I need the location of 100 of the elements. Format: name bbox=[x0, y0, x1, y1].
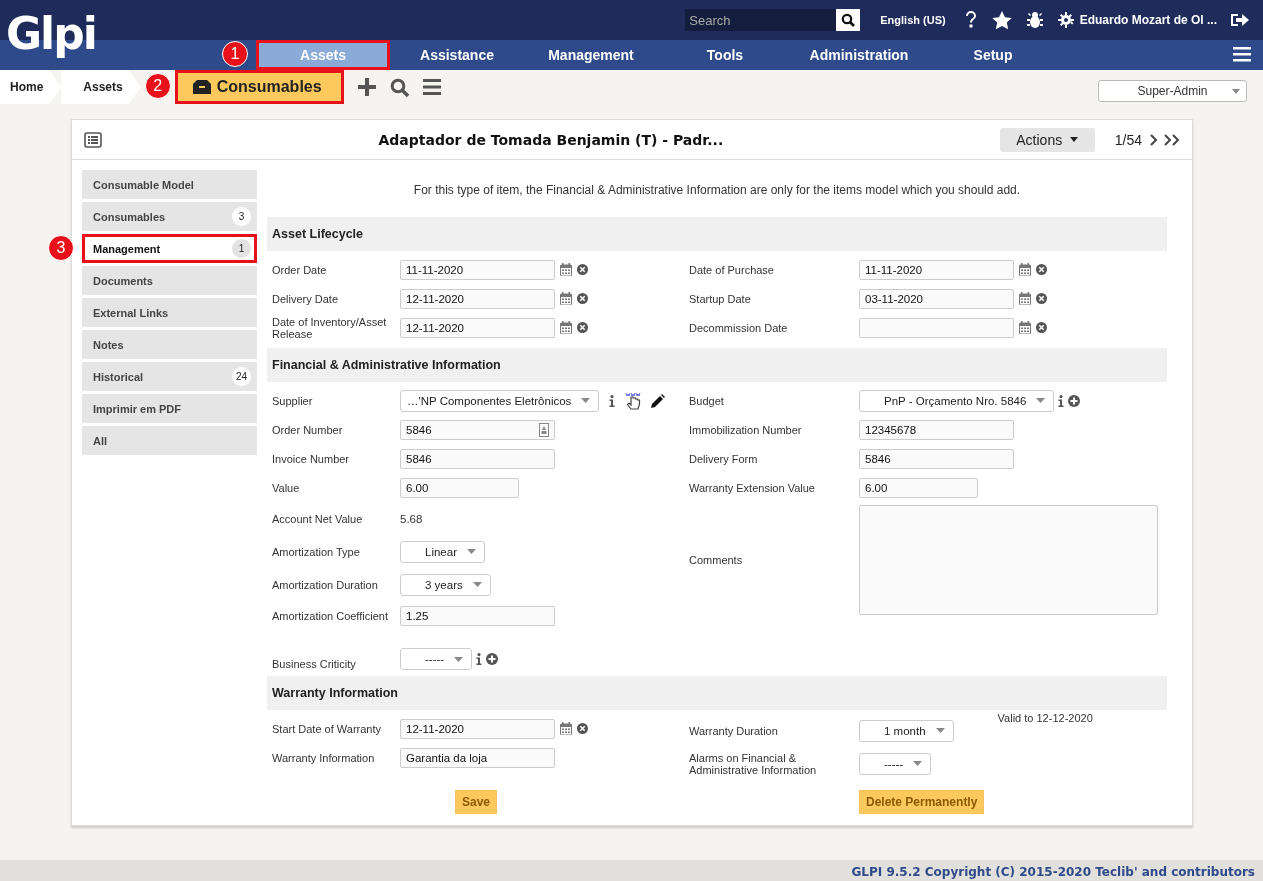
autofill-icon[interactable] bbox=[539, 422, 549, 437]
clear-icon[interactable] bbox=[577, 293, 588, 304]
user-name[interactable]: Eduardo Mozart de Ol ... bbox=[1079, 13, 1217, 27]
calendar-icon[interactable] bbox=[1019, 321, 1031, 334]
date-field[interactable]: 11-11-2020 bbox=[859, 259, 1014, 280]
field-label: Warranty Duration bbox=[688, 724, 779, 737]
info-text: For this type of item, the Financial & Administrative Information are only for the items model which you should add. bbox=[412, 183, 1022, 197]
last-icon[interactable] bbox=[1164, 133, 1180, 146]
field-label: Warranty Information bbox=[271, 751, 376, 764]
breadcrumb-link[interactable]: Assets bbox=[61, 70, 141, 104]
text-field[interactable]: 12345678 bbox=[859, 419, 1014, 440]
side-tab[interactable]: Consumables 3 bbox=[82, 202, 257, 231]
next-icon[interactable] bbox=[1150, 133, 1158, 146]
field-label: Amortization Type bbox=[271, 545, 361, 558]
side-tab[interactable]: Consumable Model bbox=[82, 170, 257, 199]
list-icon[interactable] bbox=[422, 78, 441, 96]
star-icon[interactable] bbox=[991, 11, 1012, 29]
logo[interactable]: Glpi bbox=[6, 4, 96, 64]
profile-select[interactable]: Super-Admin bbox=[1098, 80, 1247, 102]
dropdown[interactable]: Linear bbox=[400, 540, 485, 563]
clear-icon[interactable] bbox=[577, 322, 588, 333]
text-field[interactable]: 6.00 bbox=[859, 477, 978, 498]
field-label: Business Criticity bbox=[271, 658, 357, 670]
info-icon[interactable] bbox=[1058, 394, 1065, 407]
dropdown-value: 1 month bbox=[884, 724, 926, 737]
clear-icon[interactable] bbox=[1036, 293, 1047, 304]
pencil-icon[interactable] bbox=[651, 393, 666, 408]
add-icon[interactable] bbox=[357, 78, 376, 96]
add-icon[interactable] bbox=[486, 653, 499, 665]
caret-icon bbox=[1070, 137, 1079, 142]
dropdown[interactable]: ----- bbox=[400, 648, 473, 670]
list-icon[interactable] bbox=[84, 131, 102, 148]
text-field[interactable]: 5846 bbox=[400, 448, 555, 469]
date-field[interactable] bbox=[859, 317, 1014, 338]
bug-icon[interactable] bbox=[1025, 11, 1044, 29]
side-tab[interactable]: Documents bbox=[82, 266, 257, 295]
dropdown[interactable]: 3 years bbox=[400, 573, 491, 596]
info-icon[interactable] bbox=[476, 653, 483, 665]
nav-menu-item[interactable]: Tools bbox=[658, 40, 792, 70]
comments-field[interactable] bbox=[859, 505, 1158, 615]
text-field[interactable]: 6.00 bbox=[400, 477, 519, 498]
nav-menu-item[interactable]: Management bbox=[524, 40, 658, 70]
field-label: Comments bbox=[688, 554, 744, 566]
add-icon[interactable] bbox=[1068, 394, 1081, 407]
clear-icon[interactable] bbox=[1036, 322, 1047, 333]
side-tab[interactable]: Imprimir em PDF bbox=[82, 394, 257, 423]
text-field[interactable]: 1.25 bbox=[400, 605, 555, 626]
calendar-icon[interactable] bbox=[560, 321, 572, 334]
search-button[interactable] bbox=[836, 9, 861, 31]
side-tab[interactable]: Notes bbox=[82, 330, 257, 359]
date-field[interactable]: 12-11-2020 bbox=[400, 288, 555, 309]
caret-icon bbox=[466, 549, 476, 554]
side-tab[interactable]: Management 1 bbox=[82, 234, 257, 263]
search-icon[interactable] bbox=[389, 77, 409, 97]
field-label: Date of Inventory/Asset Release bbox=[271, 315, 388, 340]
actions-button[interactable]: Actions bbox=[999, 127, 1095, 152]
breadcrumb-link[interactable]: Home bbox=[0, 70, 62, 104]
delete-button[interactable]: Delete Permanently bbox=[859, 790, 985, 814]
date-field[interactable]: 12-11-2020 bbox=[400, 317, 555, 338]
clear-icon[interactable] bbox=[577, 264, 588, 275]
breadcrumb-current[interactable]: Consumables bbox=[174, 70, 344, 104]
field-label: Order Date bbox=[271, 263, 328, 276]
dropdown[interactable]: PnP - Orçamento Nro. 5846 bbox=[859, 389, 1055, 412]
calendar-icon[interactable] bbox=[560, 263, 572, 276]
caret-icon bbox=[1036, 398, 1046, 403]
help-icon[interactable] bbox=[963, 11, 978, 29]
section-header: Financial & Administrative Information bbox=[267, 348, 1167, 382]
save-button[interactable]: Save bbox=[455, 790, 498, 814]
calendar-icon[interactable] bbox=[1019, 292, 1031, 305]
date-field[interactable]: 11-11-2020 bbox=[400, 259, 555, 280]
text-field[interactable]: 5846 bbox=[400, 419, 555, 440]
info-icon[interactable] bbox=[609, 394, 616, 407]
text-field[interactable]: 5846 bbox=[859, 448, 1014, 469]
calendar-icon[interactable] bbox=[560, 722, 572, 735]
clear-icon[interactable] bbox=[1036, 264, 1047, 275]
language-link[interactable]: English (US) bbox=[880, 14, 946, 26]
clear-icon[interactable] bbox=[577, 723, 588, 734]
dropdown[interactable]: 1 month bbox=[859, 719, 954, 742]
nav-menu-item[interactable]: Administration bbox=[792, 40, 926, 70]
nav-menu-item[interactable]: Assistance bbox=[390, 40, 524, 70]
nav-menu-item[interactable]: Setup bbox=[926, 40, 1060, 70]
side-tab[interactable]: All bbox=[82, 426, 257, 455]
text-field[interactable]: Garantia da loja bbox=[400, 747, 555, 768]
count-badge: 3 bbox=[232, 207, 251, 226]
date-field[interactable]: 03-11-2020 bbox=[859, 288, 1014, 309]
dropdown[interactable]: ----- bbox=[859, 752, 932, 775]
field-label: Supplier bbox=[271, 394, 314, 407]
date-field[interactable]: 12-11-2020 bbox=[400, 718, 555, 739]
gear-icon[interactable] bbox=[1057, 12, 1074, 28]
calendar-icon[interactable] bbox=[1019, 263, 1031, 276]
box-icon bbox=[192, 80, 211, 94]
dropdown[interactable]: …'NP Componentes Eletrônicos bbox=[400, 389, 600, 412]
side-tab[interactable]: External Links bbox=[82, 298, 257, 327]
menu-icon[interactable] bbox=[1233, 46, 1251, 62]
logout-icon[interactable] bbox=[1231, 12, 1249, 28]
field-label: Amortization Coefficient bbox=[271, 609, 389, 622]
dropdown-value: PnP - Orçamento Nro. 5846 bbox=[884, 394, 1027, 407]
calendar-icon[interactable] bbox=[560, 292, 572, 305]
hand-pointer-icon[interactable] bbox=[625, 391, 642, 410]
side-tab[interactable]: Historical 24 bbox=[82, 362, 257, 391]
